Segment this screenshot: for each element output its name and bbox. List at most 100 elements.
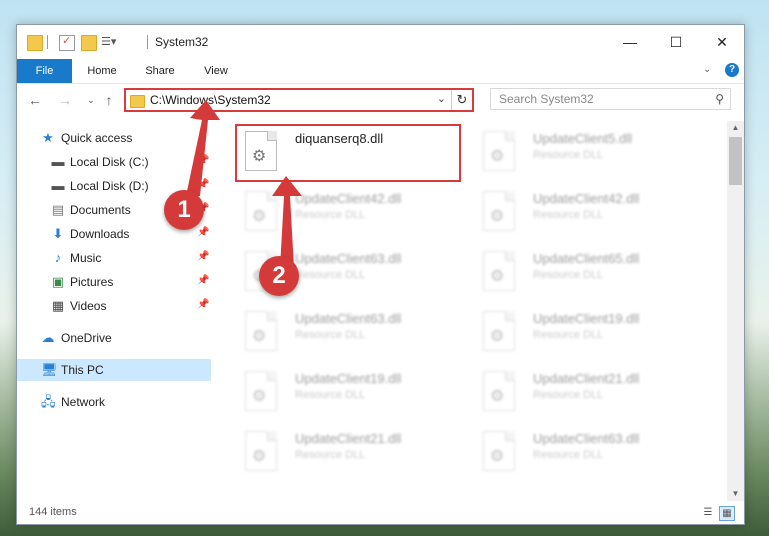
up-button[interactable]: ↑	[99, 90, 119, 110]
recent-locations-button[interactable]: ⌄	[81, 90, 101, 110]
dll-file-icon: ⚙	[483, 191, 515, 231]
sidebar-item-label: Videos	[70, 299, 107, 313]
file-item[interactable]: ⚙ UpdateClient21.dll Resource DLL	[475, 365, 695, 421]
tiles-view-icon[interactable]: ▦	[719, 506, 735, 521]
search-icon[interactable]: ⚲	[715, 92, 724, 106]
expand-ribbon-icon[interactable]: ⌄	[703, 64, 711, 75]
file-type: Resource DLL	[295, 449, 366, 461]
dll-file-icon: ⚙	[483, 251, 515, 291]
pin-icon[interactable]: 📌	[197, 251, 209, 262]
dll-file-icon: ⚙	[245, 311, 277, 351]
sidebar-item-label: Local Disk (D:)	[70, 179, 149, 193]
sidebar-item-label: Network	[61, 395, 106, 409]
maximize-button[interactable]: ☐	[653, 25, 699, 59]
title-separator	[47, 35, 48, 49]
computer-icon: 🖥	[41, 362, 58, 377]
pin-icon[interactable]: 📌	[197, 275, 209, 286]
dll-file-icon: ⚙	[483, 311, 515, 351]
file-name: UpdateClient63.dll	[295, 251, 402, 266]
scroll-thumb[interactable]	[729, 137, 742, 185]
file-item[interactable]: ⚙ UpdateClient63.dll Resource DLL	[475, 425, 695, 481]
music-icon: ♪	[54, 250, 62, 265]
sidebar-item-quick-access[interactable]: ★ Quick access	[17, 127, 211, 149]
status-bar: 144 items ☰ ▦	[17, 503, 744, 524]
dll-file-icon: ⚙	[483, 371, 515, 411]
file-type: Resource DLL	[295, 389, 366, 401]
file-item[interactable]: ⚙ UpdateClient63.dll Resource DLL	[237, 305, 457, 361]
file-item[interactable]: ⚙ UpdateClient65.dll Resource DLL	[475, 245, 695, 301]
star-icon: ★	[42, 130, 54, 145]
dll-file-icon: ⚙	[245, 191, 277, 231]
vertical-scrollbar[interactable]: ▲ ▼	[727, 121, 744, 501]
minimize-button[interactable]: —	[607, 25, 653, 59]
file-type: Resource DLL	[533, 449, 604, 461]
pictures-icon: ▣	[51, 274, 65, 289]
dll-file-icon: ⚙	[245, 431, 277, 471]
navigation-pane: ★ Quick access ▬ Local Disk (C:) 📌 ▬ Loc…	[17, 121, 211, 501]
sidebar-item-label: OneDrive	[61, 331, 112, 345]
back-button[interactable]: ←	[25, 90, 45, 110]
step-2-badge: 2	[259, 256, 299, 296]
sidebar-item-label: Documents	[70, 203, 131, 217]
search-input[interactable]: Search System32 ⚲	[490, 88, 731, 110]
sidebar-item-label: Music	[70, 251, 102, 265]
file-item[interactable]: ⚙ UpdateClient19.dll Resource DLL	[237, 365, 457, 421]
sidebar-item-pictures[interactable]: ▣ Pictures 📌	[17, 271, 211, 293]
file-item[interactable]: ⚙ UpdateClient19.dll Resource DLL	[475, 305, 695, 361]
tab-share[interactable]: Share	[135, 59, 185, 83]
sidebar-item-videos[interactable]: ▦ Videos 📌	[17, 295, 211, 317]
scroll-up-icon[interactable]: ▲	[727, 121, 744, 135]
folder-icon	[130, 95, 145, 108]
sidebar-item-local-disk-c[interactable]: ▬ Local Disk (C:) 📌	[17, 151, 211, 173]
explorer-window: ✓ ☰▾ System32 — ☐ ✕ File Home Share View…	[16, 24, 745, 525]
address-bar[interactable]: C:\Windows\System32 ⌄ ↻	[124, 88, 474, 112]
dll-file-icon: ⚙	[483, 131, 515, 171]
refresh-icon[interactable]: ↻	[451, 90, 472, 110]
pin-icon[interactable]: 📌	[197, 299, 209, 310]
scroll-down-icon[interactable]: ▼	[727, 487, 744, 501]
item-count: 144 items	[29, 506, 77, 518]
file-name: UpdateClient21.dll	[295, 431, 402, 446]
cloud-icon: ☁	[41, 330, 55, 345]
details-view-icon[interactable]: ☰	[701, 506, 715, 519]
file-name: UpdateClient21.dll	[533, 371, 640, 386]
dll-file-icon: ⚙	[245, 371, 277, 411]
file-name: UpdateClient5.dll	[533, 131, 633, 146]
help-icon[interactable]: ?	[725, 63, 739, 77]
sidebar-item-music[interactable]: ♪ Music 📌	[17, 247, 211, 269]
navigation-bar: ← → ⌄ ↑ C:\Windows\System32 ⌄ ↻ Search S…	[17, 84, 744, 116]
sidebar-item-network[interactable]: 🖧 Network	[17, 391, 211, 413]
properties-icon[interactable]: ✓	[59, 35, 75, 51]
file-name: UpdateClient63.dll	[533, 431, 640, 446]
highlight-box	[235, 124, 461, 182]
file-type: Resource DLL	[533, 149, 604, 161]
new-folder-icon[interactable]	[81, 35, 97, 51]
tab-file[interactable]: File	[17, 59, 72, 83]
pin-icon[interactable]: 📌	[197, 155, 209, 166]
pin-icon[interactable]: 📌	[197, 227, 209, 238]
file-item[interactable]: ⚙ UpdateClient42.dll Resource DLL	[237, 185, 457, 241]
title-separator-2	[147, 35, 148, 49]
address-path[interactable]: C:\Windows\System32	[150, 93, 271, 107]
sidebar-item-onedrive[interactable]: ☁ OneDrive	[17, 327, 211, 349]
drive-icon: ▬	[51, 178, 65, 193]
tab-view[interactable]: View	[193, 59, 239, 83]
file-name: UpdateClient19.dll	[533, 311, 640, 326]
drive-icon: ▬	[51, 154, 65, 169]
customize-toolbar-icon[interactable]: ☰▾	[101, 35, 116, 49]
file-item[interactable]: ⚙ UpdateClient21.dll Resource DLL	[237, 425, 457, 481]
file-type: Resource DLL	[533, 269, 604, 281]
close-button[interactable]: ✕	[699, 25, 744, 59]
pin-icon[interactable]: 📌	[197, 179, 209, 190]
file-item[interactable]: ⚙ UpdateClient42.dll Resource DLL	[475, 185, 695, 241]
tab-home[interactable]: Home	[77, 59, 127, 83]
file-name: UpdateClient42.dll	[533, 191, 640, 206]
forward-button[interactable]: →	[55, 90, 75, 110]
file-item[interactable]: ⚙ UpdateClient5.dll Resource DLL	[475, 125, 695, 181]
sidebar-item-label: Pictures	[70, 275, 114, 289]
chevron-down-icon[interactable]: ⌄	[437, 92, 446, 105]
search-placeholder: Search System32	[499, 92, 594, 106]
sidebar-item-label: This PC	[61, 363, 104, 377]
documents-icon: ▤	[51, 202, 65, 217]
sidebar-item-this-pc[interactable]: 🖥 This PC	[17, 359, 211, 381]
